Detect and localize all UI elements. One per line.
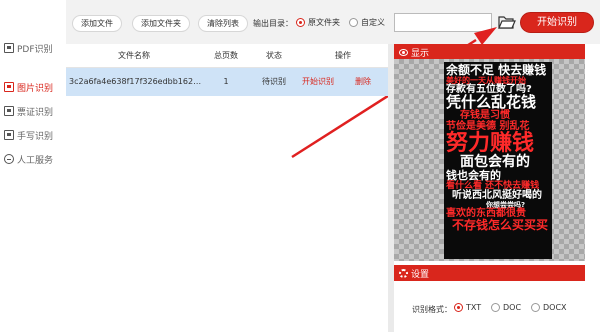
- toolbar: 添加文件 添加文件夹 清除列表 输出目录： 原文件夹 自定义 开始识别: [66, 0, 600, 44]
- radio-label: DOCX: [543, 303, 567, 312]
- preview-image: 余额不足 快去赚钱 美好的一天从赚钱开始 存款有五位数了吗? 凭什么乱花钱 存钱…: [444, 62, 552, 259]
- sidebar-item-service[interactable]: 人工服务: [4, 151, 53, 167]
- sidebar-item-label: PDF识别: [17, 44, 53, 55]
- poster-line: 余额不足 快去赚钱: [446, 63, 547, 77]
- radio-label: 自定义: [361, 18, 385, 27]
- add-folder-button[interactable]: 添加文件夹: [132, 15, 190, 32]
- table-row[interactable]: 3c2a6fa4e638f17f326edbb162c852b... 1 待识别…: [66, 68, 388, 96]
- output-dir-label: 输出目录：: [253, 19, 293, 28]
- image-icon: [4, 82, 14, 92]
- poster-line: 不存钱怎么买买买: [452, 218, 549, 233]
- clear-list-button[interactable]: 清除列表: [198, 15, 248, 32]
- row-start-recognition-link[interactable]: 开始识别: [292, 68, 344, 96]
- radio-dot: [491, 303, 500, 312]
- radio-format-txt[interactable]: TXT: [454, 303, 481, 312]
- output-path-input[interactable]: [394, 13, 492, 32]
- poster-line: 凭什么乱花钱: [446, 93, 537, 112]
- start-recognition-button[interactable]: 开始识别: [520, 12, 594, 33]
- radio-format-docx[interactable]: DOCX: [531, 303, 567, 312]
- radio-dot: [349, 18, 358, 27]
- sidebar: PDF识别 图片识别 票证识别 手写识别 人工服务: [0, 0, 66, 332]
- settings-panel-header: 设置: [394, 265, 585, 281]
- radio-label: TXT: [466, 303, 482, 312]
- radio-label: DOC: [503, 303, 522, 312]
- sidebar-item-label: 手写识别: [17, 131, 54, 142]
- status-cell: 待识别: [262, 77, 286, 86]
- page-count-cell: 1: [223, 77, 229, 86]
- sidebar-item-label: 图片识别: [17, 83, 54, 94]
- sidebar-item-image[interactable]: 图片识别: [4, 79, 53, 95]
- gear-icon: [399, 268, 408, 278]
- file-name-cell: 3c2a6fa4e638f17f326edbb162c852b...: [69, 77, 202, 86]
- service-icon: [4, 154, 14, 164]
- sidebar-item-pdf[interactable]: PDF识别: [4, 40, 53, 56]
- format-label: 识别格式：: [412, 305, 452, 314]
- radio-label: 原文件夹: [308, 18, 340, 27]
- sidebar-item-label: 票证识别: [17, 107, 54, 118]
- radio-custom-folder[interactable]: 自定义: [349, 17, 385, 28]
- poster-line: 听说西北风挺好喝的: [452, 190, 542, 201]
- preview-title: 显示: [411, 48, 430, 59]
- pdf-icon: [4, 43, 14, 53]
- sidebar-item-handwriting[interactable]: 手写识别: [4, 127, 53, 143]
- column-header-pages: 总页数: [214, 51, 238, 60]
- column-header-filename: 文件名称: [118, 51, 150, 60]
- row-delete-link[interactable]: 删除: [348, 68, 378, 96]
- sidebar-item-label: 人工服务: [17, 155, 54, 166]
- radio-format-doc[interactable]: DOC: [491, 303, 521, 312]
- ticket-icon: [4, 106, 14, 116]
- sidebar-item-ticket[interactable]: 票证识别: [4, 103, 53, 119]
- radio-original-folder[interactable]: 原文件夹: [296, 17, 340, 28]
- settings-title: 设置: [411, 269, 430, 280]
- column-header-actions: 操作: [335, 51, 351, 60]
- handwriting-icon: [4, 130, 14, 140]
- radio-dot: [296, 18, 305, 27]
- poster-line: 努力赚钱: [446, 131, 535, 157]
- radio-dot: [531, 303, 540, 312]
- eye-icon: [399, 48, 408, 56]
- right-margin: [585, 44, 600, 332]
- add-file-button[interactable]: 添加文件: [72, 15, 122, 32]
- poster-line: 钱也会有的: [446, 169, 501, 183]
- file-table-header: 文件名称 总页数 状态 操作: [66, 44, 388, 68]
- column-header-status: 状态: [266, 51, 282, 60]
- preview-panel-header: 显示: [394, 44, 585, 60]
- radio-dot: [454, 303, 463, 312]
- open-folder-icon[interactable]: [498, 14, 516, 31]
- poster-line: 面包会有的: [460, 154, 530, 171]
